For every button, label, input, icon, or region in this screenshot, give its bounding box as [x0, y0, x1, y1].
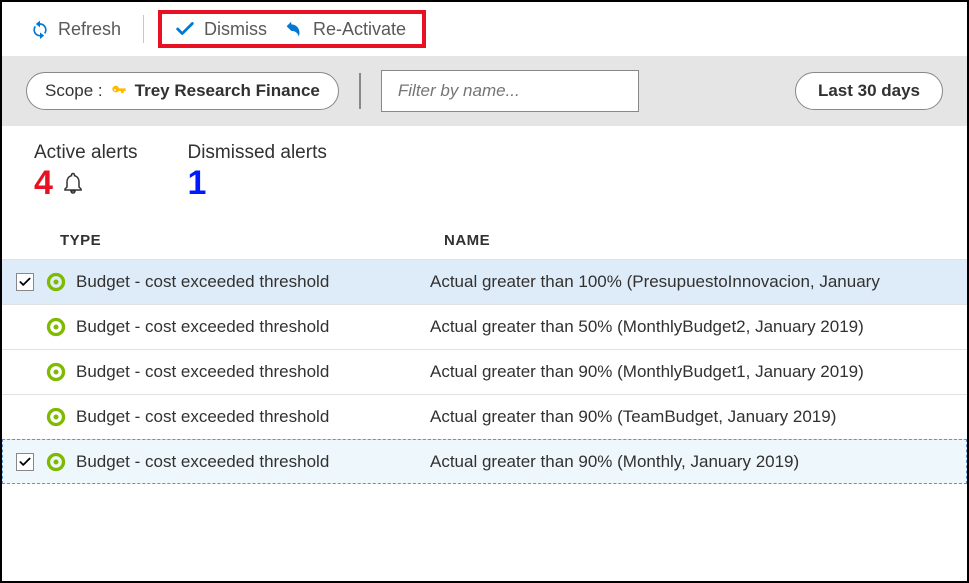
active-alerts-label: Active alerts [34, 142, 137, 164]
header-name[interactable]: NAME [444, 232, 967, 249]
checkmark-icon [174, 18, 196, 40]
cell-name: Actual greater than 100% (PresupuestoInn… [430, 272, 967, 292]
table-row[interactable]: Budget - cost exceeded threshold Actual g… [2, 259, 967, 304]
dismiss-button[interactable]: Dismiss [166, 14, 275, 44]
alert-counts: Active alerts 4 Dismissed alerts 1 [2, 126, 967, 200]
table-row[interactable]: Budget - cost exceeded threshold Actual g… [2, 304, 967, 349]
row-checkbox[interactable] [16, 453, 34, 471]
cell-name: Actual greater than 90% (MonthlyBudget1,… [430, 362, 967, 382]
annotation-highlight: Dismiss Re-Activate [158, 10, 426, 48]
table-body: Budget - cost exceeded threshold Actual g… [2, 259, 967, 484]
date-range-pill[interactable]: Last 30 days [795, 72, 943, 110]
key-icon [111, 83, 127, 99]
refresh-label: Refresh [58, 19, 121, 40]
filter-bar: Scope : Trey Research Finance Last 30 da… [2, 56, 967, 126]
cell-type: Budget - cost exceeded threshold [46, 317, 430, 337]
undo-icon [283, 18, 305, 40]
refresh-button[interactable]: Refresh [22, 15, 129, 44]
scope-value: Trey Research Finance [135, 81, 320, 101]
cell-type-text: Budget - cost exceeded threshold [76, 452, 329, 472]
dismiss-label: Dismiss [204, 19, 267, 40]
budget-icon [46, 407, 66, 427]
table-row[interactable]: Budget - cost exceeded threshold Actual g… [2, 349, 967, 394]
cell-name: Actual greater than 50% (MonthlyBudget2,… [430, 317, 967, 337]
cell-name: Actual greater than 90% (TeamBudget, Jan… [430, 407, 967, 427]
budget-icon [46, 452, 66, 472]
cell-type-text: Budget - cost exceeded threshold [76, 407, 329, 427]
dismissed-alerts-label: Dismissed alerts [187, 142, 326, 164]
header-type[interactable]: TYPE [60, 232, 444, 249]
toolbar: Refresh Dismiss Re-Activate [2, 2, 967, 56]
dismissed-alerts-block: Dismissed alerts 1 [187, 142, 326, 200]
active-alerts-block: Active alerts 4 [34, 142, 137, 200]
bell-icon [61, 171, 85, 195]
filter-input[interactable] [381, 70, 639, 112]
cell-type: Budget - cost exceeded threshold [46, 452, 430, 472]
scope-label: Scope : [45, 81, 103, 101]
toolbar-divider [143, 15, 144, 43]
cell-type-text: Budget - cost exceeded threshold [76, 362, 329, 382]
table-header: TYPE NAME [2, 222, 967, 259]
cell-type: Budget - cost exceeded threshold [46, 362, 430, 382]
filterbar-divider [359, 73, 361, 109]
table-row[interactable]: Budget - cost exceeded threshold Actual g… [2, 394, 967, 439]
reactivate-label: Re-Activate [313, 19, 406, 40]
cell-type: Budget - cost exceeded threshold [46, 407, 430, 427]
cell-name: Actual greater than 90% (Monthly, Januar… [430, 452, 967, 472]
budget-icon [46, 362, 66, 382]
cell-type: Budget - cost exceeded threshold [46, 272, 430, 292]
scope-pill[interactable]: Scope : Trey Research Finance [26, 72, 339, 110]
budget-icon [46, 272, 66, 292]
active-alerts-count: 4 [34, 166, 53, 200]
refresh-icon [30, 19, 50, 39]
reactivate-button[interactable]: Re-Activate [275, 14, 414, 44]
cell-type-text: Budget - cost exceeded threshold [76, 272, 329, 292]
budget-icon [46, 317, 66, 337]
table-row[interactable]: Budget - cost exceeded threshold Actual g… [2, 439, 967, 484]
dismissed-alerts-count: 1 [187, 166, 206, 200]
cell-type-text: Budget - cost exceeded threshold [76, 317, 329, 337]
alerts-table: TYPE NAME Budget - cost exceeded thresho… [2, 222, 967, 484]
row-checkbox[interactable] [16, 273, 34, 291]
